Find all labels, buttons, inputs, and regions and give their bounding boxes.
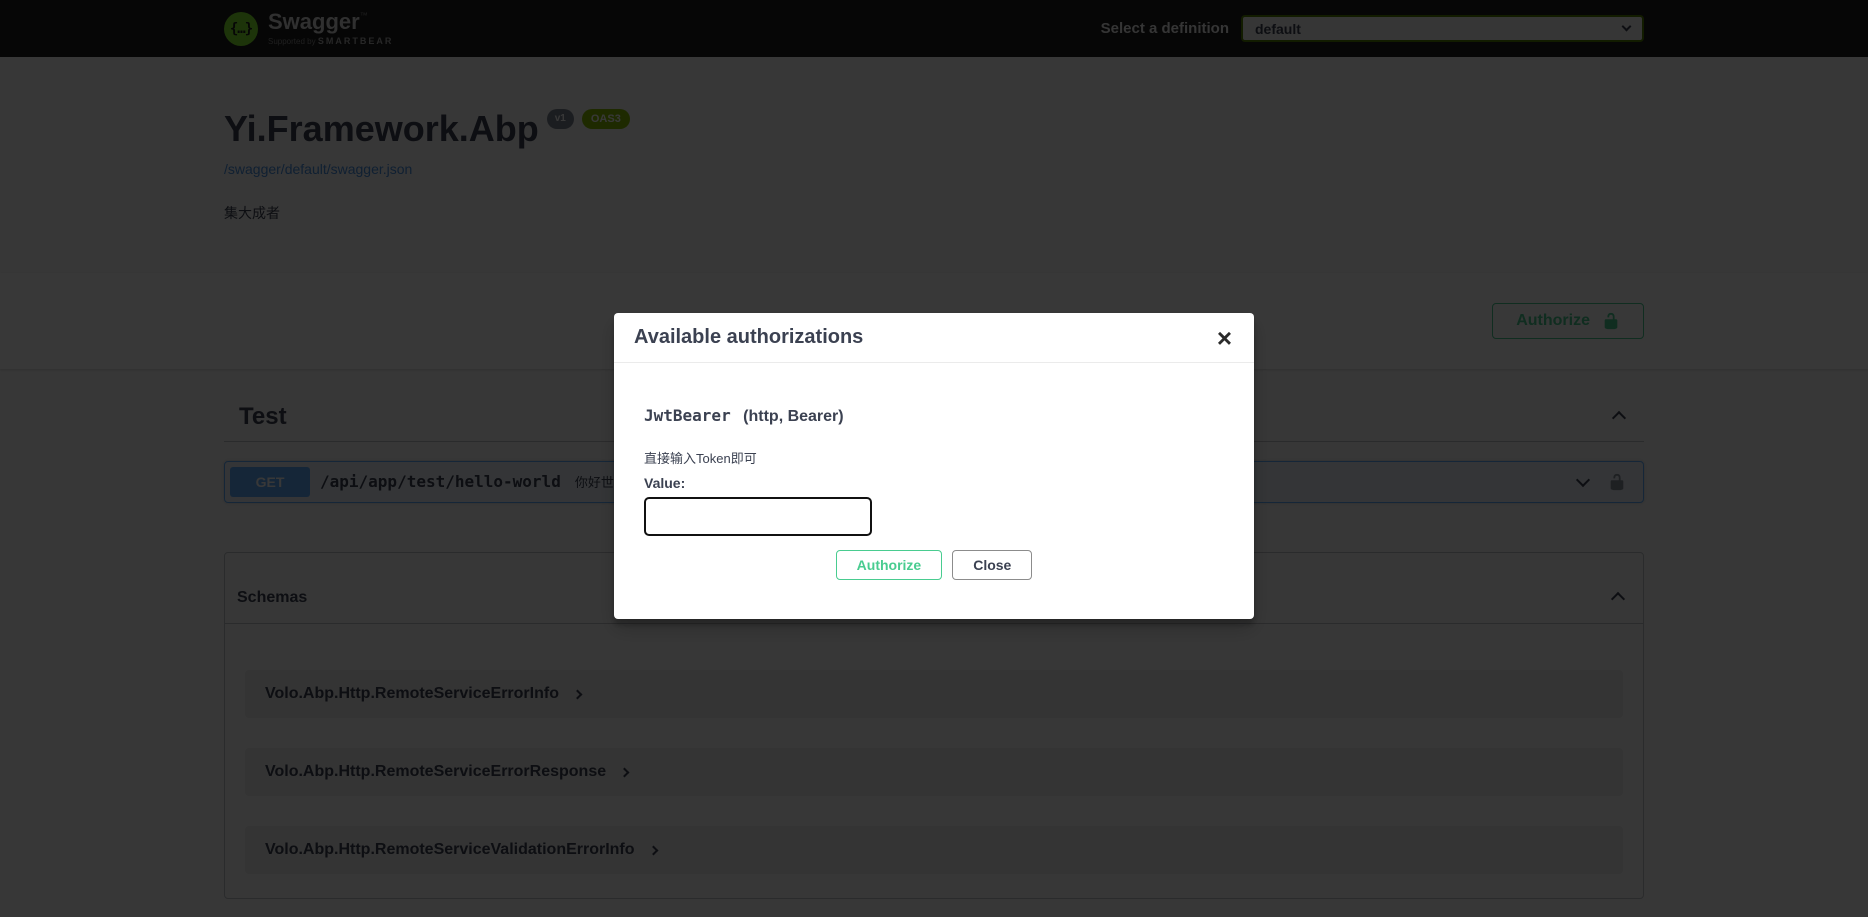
auth-scheme-heading: JwtBearer (http, Bearer) bbox=[644, 406, 1224, 426]
modal-header: Available authorizations × bbox=[614, 313, 1254, 363]
auth-scheme-type: (http, Bearer) bbox=[743, 408, 843, 425]
modal-body: JwtBearer (http, Bearer) 直接输入Token即可 Val… bbox=[614, 406, 1254, 619]
close-icon[interactable]: × bbox=[1215, 328, 1234, 348]
modal-close-button[interactable]: Close bbox=[952, 550, 1032, 580]
modal-button-row: Authorize Close bbox=[644, 550, 1224, 580]
modal-authorize-button[interactable]: Authorize bbox=[836, 550, 943, 580]
authorizations-modal: Available authorizations × JwtBearer (ht… bbox=[614, 313, 1254, 619]
value-label: Value: bbox=[644, 475, 1224, 491]
modal-title: Available authorizations bbox=[634, 326, 863, 349]
token-value-input[interactable] bbox=[644, 497, 872, 536]
auth-scheme-name: JwtBearer bbox=[644, 406, 731, 425]
auth-scheme-description: 直接输入Token即可 bbox=[644, 448, 1224, 467]
